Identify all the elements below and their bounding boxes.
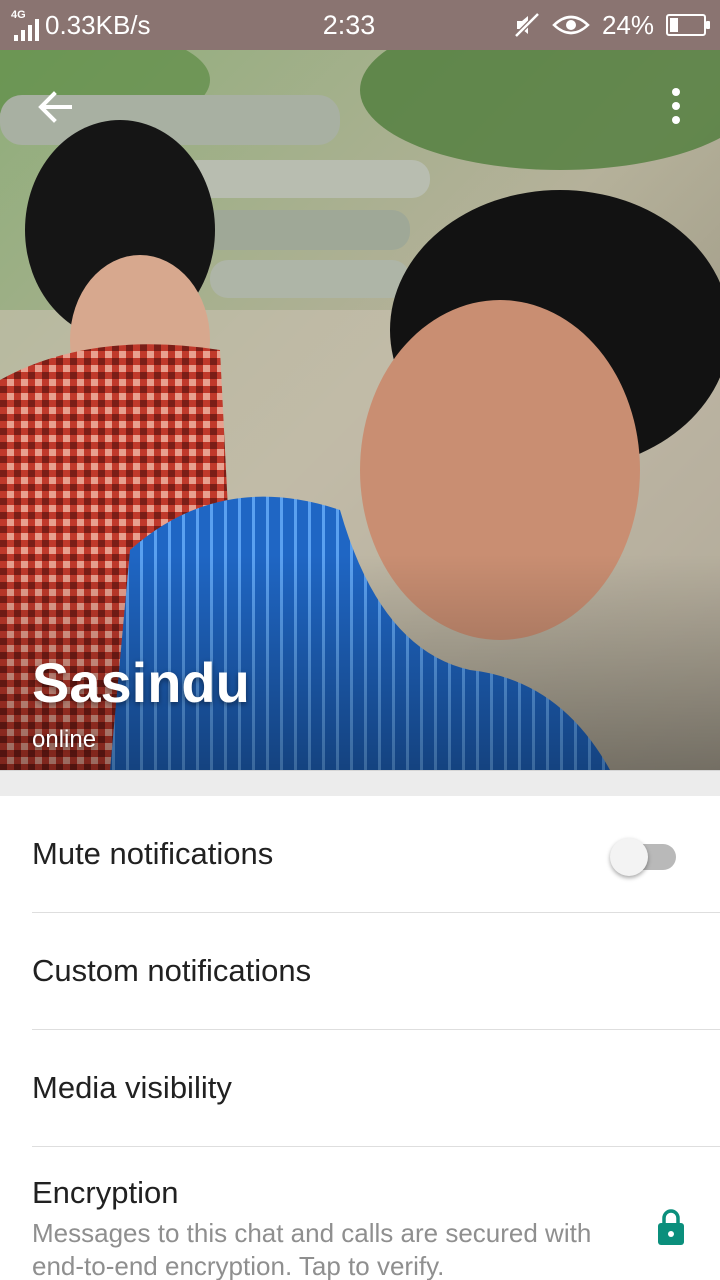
mute-icon xyxy=(514,12,540,38)
settings-list: Mute notifications Custom notifications … xyxy=(0,796,720,1280)
toggle-knob xyxy=(610,838,648,876)
contact-status: online xyxy=(32,726,97,753)
clock: 2:33 xyxy=(322,9,376,40)
custom-notifications-row[interactable]: Custom notifications xyxy=(32,913,720,1030)
status-right: 24% xyxy=(514,9,710,41)
lock-icon xyxy=(658,1209,684,1245)
eye-icon xyxy=(552,15,590,35)
mute-toggle[interactable] xyxy=(610,838,676,876)
custom-notifications-label: Custom notifications xyxy=(32,953,312,988)
network-type: 4G xyxy=(11,9,26,21)
status-left: 4G 0.33KB/s xyxy=(11,9,274,41)
network-speed: 0.33KB/s xyxy=(45,9,151,40)
encryption-subtitle: Messages to this chat and calls are secu… xyxy=(32,1218,592,1280)
contact-header: Sasindu online xyxy=(0,50,720,770)
mute-notifications-row[interactable]: Mute notifications xyxy=(32,796,720,913)
encryption-title: Encryption xyxy=(32,1175,179,1210)
contact-name: Sasindu xyxy=(32,651,250,714)
battery-percent: 24% xyxy=(601,9,654,40)
back-arrow-icon[interactable] xyxy=(30,82,80,132)
media-visibility-label: Media visibility xyxy=(32,1070,232,1105)
more-vert-icon[interactable] xyxy=(656,80,696,130)
status-bar: 4G 0.33KB/s 2:33 24% xyxy=(0,0,720,50)
mute-notifications-label: Mute notifications xyxy=(32,836,274,871)
battery-icon xyxy=(666,14,710,36)
media-visibility-row[interactable]: Media visibility xyxy=(32,1030,720,1147)
battery-fill xyxy=(670,18,678,32)
encryption-row[interactable]: Encryption Messages to this chat and cal… xyxy=(32,1147,720,1280)
section-divider xyxy=(0,770,720,796)
